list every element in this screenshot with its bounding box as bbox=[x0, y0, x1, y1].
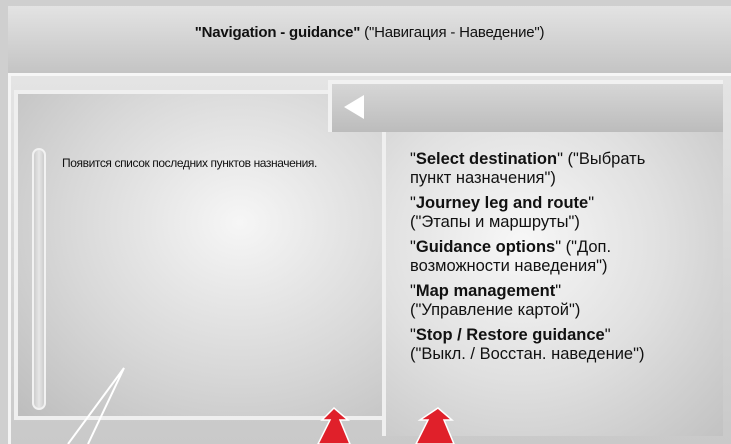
callout-line bbox=[67, 367, 125, 444]
annotation-overlay bbox=[67, 367, 455, 444]
red-arrow-icon bbox=[317, 406, 351, 444]
red-arrow-icon bbox=[415, 407, 455, 444]
